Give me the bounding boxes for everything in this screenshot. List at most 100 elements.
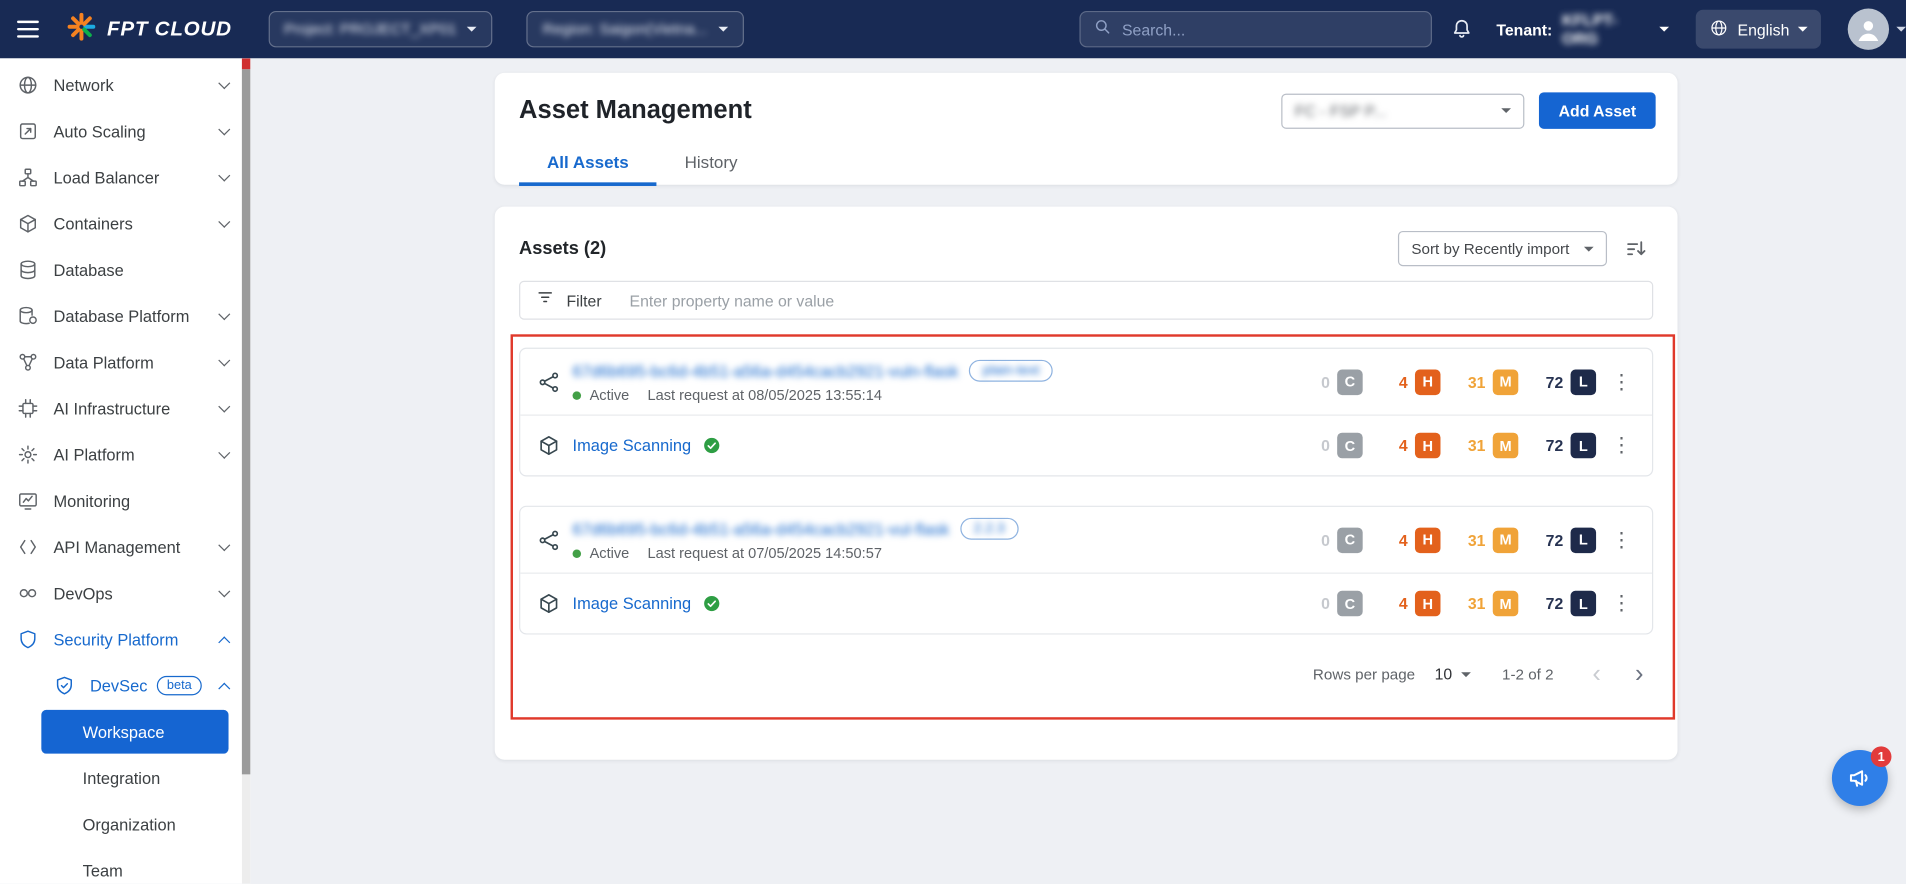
filter-icon: [535, 287, 556, 314]
sidebar-item-api-management[interactable]: API Management: [0, 524, 250, 570]
brand-name: FPT CLOUD: [107, 17, 232, 41]
global-search[interactable]: [1079, 11, 1432, 47]
tab-history[interactable]: History: [657, 140, 766, 186]
tenant-selector[interactable]: Tenant: KFLPT-ORG: [1496, 11, 1669, 47]
sidebar-item-ai-platform[interactable]: AI Platform: [0, 432, 250, 478]
sidebar-item-database-platform[interactable]: Database Platform: [0, 293, 250, 339]
previous-page-button[interactable]: ‹: [1585, 661, 1608, 687]
sort-select[interactable]: Sort by Recently import: [1398, 231, 1607, 266]
low-badge: L: [1571, 591, 1597, 617]
low-count: 72: [1537, 531, 1564, 549]
high-badge: H: [1415, 433, 1441, 459]
region-selector-value: Region: Saigon(Vietna...: [543, 21, 707, 38]
image-scanning-link[interactable]: Image Scanning: [573, 436, 692, 454]
sidebar-item-label: Database: [53, 261, 123, 279]
tab-all-assets[interactable]: All Assets: [519, 140, 657, 186]
chevron-down-icon: [1798, 27, 1808, 32]
devsec-icon: [53, 675, 75, 697]
medium-count: 31: [1459, 531, 1486, 549]
chevron-down-icon: [1584, 246, 1594, 251]
filter-bar[interactable]: Filter: [519, 281, 1653, 320]
medium-badge: M: [1493, 591, 1519, 617]
chevron-up-icon: [218, 682, 230, 694]
language-label: English: [1738, 20, 1790, 38]
infinity-icon: [17, 582, 39, 604]
notifications-bell-button[interactable]: [1449, 16, 1475, 42]
chevron-down-icon: [218, 354, 230, 366]
sidebar-item-workspace[interactable]: Workspace: [41, 710, 228, 754]
medium-count: 31: [1459, 594, 1486, 612]
avatar: [1848, 9, 1889, 50]
chevron-down-icon: [218, 123, 230, 135]
scope-select[interactable]: FC - FSP P...: [1281, 93, 1524, 128]
hamburger-menu-button[interactable]: [17, 13, 49, 45]
rows-per-page-select[interactable]: 10: [1435, 665, 1471, 683]
asset-name-link[interactable]: 67d6b695-bc6d-4b51-a56a-d454cacb2921-vul…: [573, 362, 959, 380]
next-page-button[interactable]: ›: [1628, 661, 1651, 687]
severity-summary: 0C 4H 31M 72L: [1285, 369, 1596, 395]
severity-summary: 0C 4H 31M 72L: [1285, 433, 1596, 459]
region-selector[interactable]: Region: Saigon(Vietna...: [527, 11, 744, 47]
last-request-text: Last request at 07/05/2025 14:50:57: [648, 545, 882, 562]
sidebar-item-devsec[interactable]: DevSec beta: [0, 663, 250, 709]
scrollbar-marker: [242, 58, 251, 69]
announcements-button[interactable]: 1: [1832, 750, 1888, 806]
sidebar-item-label: Network: [53, 76, 113, 94]
sidebar-item-security-platform[interactable]: Security Platform: [0, 616, 250, 662]
row-menu-button[interactable]: ⋮: [1606, 588, 1638, 620]
image-scanning-link[interactable]: Image Scanning: [573, 594, 692, 612]
low-badge: L: [1571, 433, 1597, 459]
cube-icon: [537, 434, 560, 457]
auto-scaling-icon: [17, 120, 39, 142]
status-dot: [573, 391, 582, 400]
sidebar-item-data-platform[interactable]: Data Platform: [0, 339, 250, 385]
row-menu-button[interactable]: ⋮: [1606, 430, 1638, 462]
add-asset-button[interactable]: Add Asset: [1539, 92, 1655, 128]
chevron-down-icon: [1501, 108, 1511, 113]
search-input[interactable]: [1122, 20, 1419, 38]
sidebar-item-organization[interactable]: Organization: [0, 801, 250, 847]
asset-row: 67d6b695-bc6d-4b51-a56a-d454cacb2921-vul…: [520, 507, 1652, 573]
sidebar-item-containers[interactable]: Containers: [0, 201, 250, 247]
user-menu[interactable]: [1848, 9, 1906, 50]
severity-summary: 0C 4H 31M 72L: [1285, 527, 1596, 553]
asset-row: 67d6b695-bc6d-4b51-a56a-d454cacb2921-vul…: [520, 349, 1652, 415]
sidebar-item-monitoring[interactable]: Monitoring: [0, 478, 250, 524]
critical-count: 0: [1303, 594, 1330, 612]
sidebar-item-integration[interactable]: Integration: [0, 755, 250, 801]
chevron-down-icon: [467, 27, 477, 32]
sidebar-item-devops[interactable]: DevOps: [0, 570, 250, 616]
assets-count-title: Assets (2): [519, 238, 606, 259]
high-badge: H: [1415, 369, 1441, 395]
sidebar-item-database[interactable]: Database: [0, 247, 250, 293]
tenant-value: KFLPT-ORG: [1562, 11, 1650, 47]
sidebar-item-label: AI Platform: [53, 446, 134, 464]
asset-name-link[interactable]: 67d6b695-bc6d-4b51-a56a-d454cacb2921-vul…: [573, 520, 950, 538]
project-selector[interactable]: Project: PROJECT_XP01: [268, 11, 493, 47]
sidebar-item-load-balancer[interactable]: Load Balancer: [0, 154, 250, 200]
filter-input[interactable]: [630, 291, 1638, 309]
critical-count: 0: [1303, 531, 1330, 549]
sidebar-item-team[interactable]: Team: [0, 847, 250, 883]
globe-icon: [17, 74, 39, 96]
sort-direction-button[interactable]: [1619, 232, 1653, 266]
language-selector[interactable]: English: [1696, 10, 1821, 49]
row-menu-button[interactable]: ⋮: [1606, 366, 1638, 398]
chevron-down-icon: [218, 308, 230, 320]
asset-tag-text: plain-text: [983, 363, 1040, 378]
brand-logo[interactable]: FPT CLOUD: [66, 10, 232, 48]
low-badge: L: [1571, 527, 1597, 553]
sidebar-item-auto-scaling[interactable]: Auto Scaling: [0, 108, 250, 154]
sidebar-item-network[interactable]: Network: [0, 62, 250, 108]
medium-badge: M: [1493, 527, 1519, 553]
database-icon: [17, 259, 39, 281]
sidebar-scrollbar-thumb[interactable]: [242, 69, 251, 774]
chevron-down-icon: [218, 170, 230, 182]
high-badge: H: [1415, 591, 1441, 617]
database-platform-icon: [17, 305, 39, 327]
cube-icon: [537, 592, 560, 615]
sidebar-item-ai-infrastructure[interactable]: AI Infrastructure: [0, 385, 250, 431]
sidebar-item-label: Workspace: [83, 723, 165, 741]
chevron-down-icon: [218, 539, 230, 551]
row-menu-button[interactable]: ⋮: [1606, 524, 1638, 556]
